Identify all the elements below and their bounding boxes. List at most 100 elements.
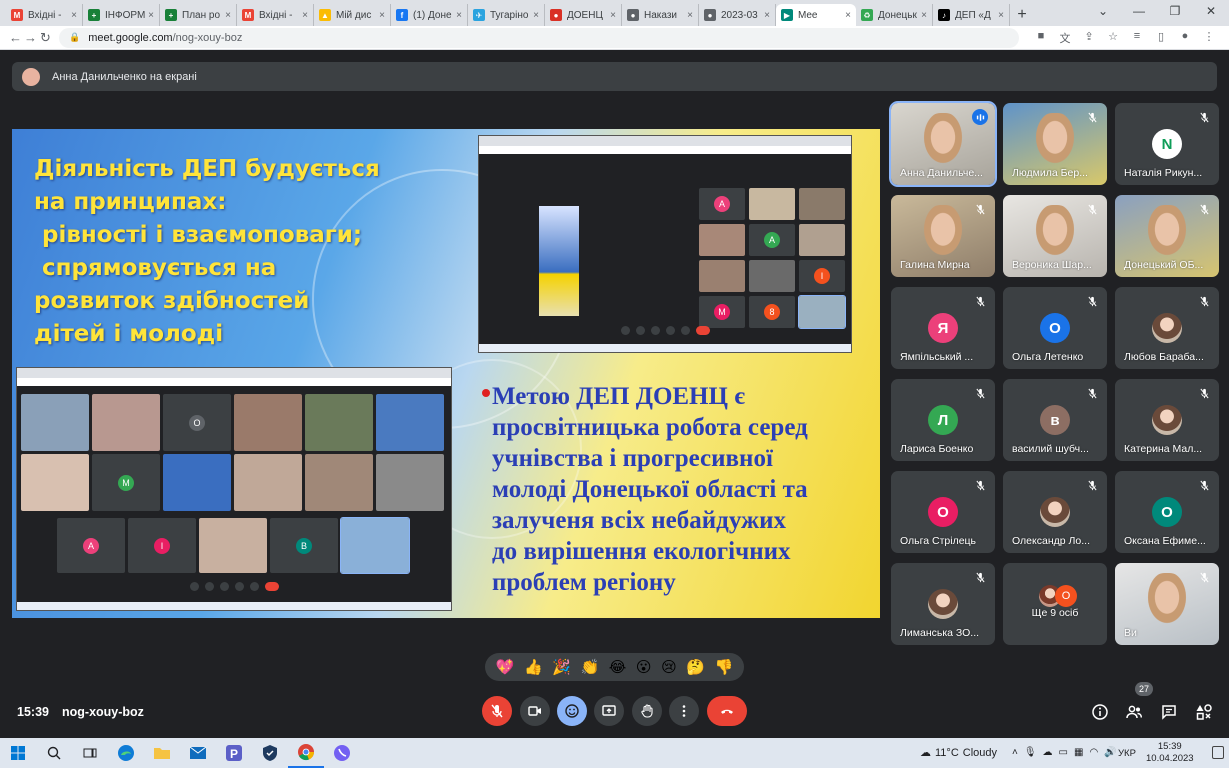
- raise-hand-button[interactable]: [632, 696, 662, 726]
- participant-tile[interactable]: Катерина Мал...: [1115, 379, 1219, 461]
- chat-button[interactable]: [1157, 700, 1181, 724]
- tab-close-icon[interactable]: ×: [71, 10, 77, 21]
- reaction-emoji-button[interactable]: 😂: [609, 660, 627, 675]
- participant-tile[interactable]: N Наталія Рикун...: [1115, 103, 1219, 185]
- participant-tile[interactable]: Галина Мирна: [891, 195, 995, 277]
- camera-toggle-button[interactable]: [520, 696, 550, 726]
- forward-arrow-icon[interactable]: →: [23, 30, 38, 45]
- present-screen-button[interactable]: [594, 696, 624, 726]
- reading-list-icon[interactable]: ≡: [1125, 30, 1149, 46]
- people-button[interactable]: [1122, 700, 1146, 724]
- weather-widget[interactable]: ☁ 11°C Cloudy: [920, 746, 997, 760]
- browser-tab[interactable]: + ІНФОРМ ×: [83, 4, 160, 26]
- activities-button[interactable]: [1192, 700, 1216, 724]
- viber-icon[interactable]: [324, 738, 360, 768]
- sidebar-icon[interactable]: ▯: [1149, 30, 1173, 46]
- search-icon[interactable]: [36, 738, 72, 768]
- reaction-emoji-button[interactable]: 😮: [636, 660, 652, 675]
- tab-search-chevron-icon[interactable]: ⌄: [1085, 0, 1121, 22]
- participant-tile[interactable]: Л Лариса Боенко: [891, 379, 995, 461]
- tab-close-icon[interactable]: ×: [998, 10, 1004, 21]
- security-shield-icon[interactable]: [252, 738, 288, 768]
- leave-call-button[interactable]: [707, 696, 747, 726]
- reaction-emoji-button[interactable]: 👍: [524, 660, 543, 675]
- chrome-browser-icon[interactable]: [288, 738, 324, 768]
- emoji-reaction-button[interactable]: [557, 696, 587, 726]
- participant-tile[interactable]: О Ольга Стрілець: [891, 471, 995, 553]
- participant-tile[interactable]: О Ольга Летенко: [1003, 287, 1107, 369]
- participant-tile[interactable]: Вероника Шар...: [1003, 195, 1107, 277]
- new-tab-button[interactable]: +: [1010, 4, 1034, 26]
- mail-icon[interactable]: [180, 738, 216, 768]
- app-p-icon[interactable]: P: [216, 738, 252, 768]
- browser-tab[interactable]: + План ро ×: [160, 4, 237, 26]
- translate-icon[interactable]: 文: [1053, 30, 1077, 46]
- battery-icon[interactable]: ▭: [1059, 747, 1068, 758]
- browser-tab[interactable]: ● 2023-03 ×: [699, 4, 776, 26]
- close-window-icon[interactable]: ✕: [1193, 0, 1229, 22]
- menu-dots-icon[interactable]: ⋮: [1197, 30, 1221, 46]
- browser-tab[interactable]: ✈ Тугаріно ×: [468, 4, 545, 26]
- reaction-emoji-button[interactable]: 🤔: [686, 660, 705, 675]
- browser-tab[interactable]: ♪ ДЕП «Д ×: [933, 4, 1010, 26]
- chevron-up-icon[interactable]: ˄: [1012, 747, 1018, 758]
- profile-avatar[interactable]: ●: [1173, 30, 1197, 46]
- participant-tile[interactable]: О Оксана Ефиме...: [1115, 471, 1219, 553]
- browser-tab[interactable]: ● ДОЕНЦ ×: [545, 4, 622, 26]
- browser-tab[interactable]: f (1) Доне ×: [391, 4, 468, 26]
- back-arrow-icon[interactable]: ←: [8, 30, 23, 45]
- participant-tile[interactable]: Олександр Ло...: [1003, 471, 1107, 553]
- notifications-icon[interactable]: [1212, 746, 1224, 759]
- tab-close-icon[interactable]: ×: [921, 10, 927, 21]
- minimize-icon[interactable]: —: [1121, 0, 1157, 22]
- participant-tile[interactable]: Ви: [1115, 563, 1219, 645]
- file-explorer-icon[interactable]: [144, 738, 180, 768]
- tab-close-icon[interactable]: ×: [456, 10, 462, 21]
- browser-tab[interactable]: ● Накази ×: [622, 4, 699, 26]
- participant-tile[interactable]: Лиманська ЗО...: [891, 563, 995, 645]
- participant-tile[interactable]: О Ще 9 осіб: [1003, 563, 1107, 645]
- system-clock[interactable]: 15:39 10.04.2023: [1146, 741, 1194, 765]
- tab-close-icon[interactable]: ×: [764, 10, 770, 21]
- participant-tile[interactable]: Донецький ОБ...: [1115, 195, 1219, 277]
- reaction-emoji-button[interactable]: 👎: [715, 660, 734, 675]
- volume-icon[interactable]: 🔊: [1104, 747, 1116, 758]
- wifi-icon[interactable]: ◠: [1089, 747, 1098, 758]
- bookmark-star-icon[interactable]: ☆: [1101, 30, 1125, 46]
- restore-icon[interactable]: ❐: [1157, 0, 1193, 22]
- address-bar[interactable]: 🔒 meet.google.com/nog-xouy-boz: [59, 27, 1019, 48]
- reaction-emoji-button[interactable]: 💖: [496, 660, 515, 675]
- mic-toggle-button[interactable]: [482, 696, 512, 726]
- tab-close-icon[interactable]: ×: [148, 10, 154, 21]
- browser-tab[interactable]: ♻ Донецьк ×: [856, 4, 933, 26]
- reaction-emoji-button[interactable]: 😢: [661, 660, 677, 675]
- tab-close-icon[interactable]: ×: [533, 10, 539, 21]
- tab-close-icon[interactable]: ×: [687, 10, 693, 21]
- edge-browser-icon[interactable]: [108, 738, 144, 768]
- mic-tray-icon[interactable]: 🎙: [1024, 747, 1037, 758]
- more-options-button[interactable]: [669, 696, 699, 726]
- participant-tile[interactable]: Я Ямпільський ...: [891, 287, 995, 369]
- reaction-emoji-button[interactable]: 🎉: [552, 660, 571, 675]
- reload-icon[interactable]: ↻: [38, 30, 53, 46]
- windows-start-icon[interactable]: [0, 738, 36, 768]
- task-view-icon[interactable]: [72, 738, 108, 768]
- browser-tab[interactable]: ▶ Mee ×: [776, 4, 856, 26]
- meeting-info-button[interactable]: [1088, 700, 1112, 724]
- browser-tab[interactable]: M Вхідні - ×: [237, 4, 314, 26]
- participant-tile[interactable]: Людмила Бер...: [1003, 103, 1107, 185]
- share-icon[interactable]: ⇪: [1077, 30, 1101, 46]
- tab-close-icon[interactable]: ×: [610, 10, 616, 21]
- browser-tab[interactable]: M Вхідні - ×: [6, 4, 83, 26]
- tab-close-icon[interactable]: ×: [225, 10, 231, 21]
- input-language[interactable]: УКР: [1118, 748, 1136, 759]
- camera-permission-icon[interactable]: ■: [1029, 30, 1053, 46]
- reaction-emoji-button[interactable]: 👏: [581, 660, 600, 675]
- participant-tile[interactable]: Анна Данильче...: [889, 101, 997, 187]
- network-icon[interactable]: ▦: [1074, 747, 1083, 758]
- onedrive-icon[interactable]: ☁: [1043, 747, 1053, 758]
- participant-tile[interactable]: Любов Бараба...: [1115, 287, 1219, 369]
- tab-close-icon[interactable]: ×: [845, 10, 851, 21]
- participant-tile[interactable]: в василий шубч...: [1003, 379, 1107, 461]
- tab-close-icon[interactable]: ×: [302, 10, 308, 21]
